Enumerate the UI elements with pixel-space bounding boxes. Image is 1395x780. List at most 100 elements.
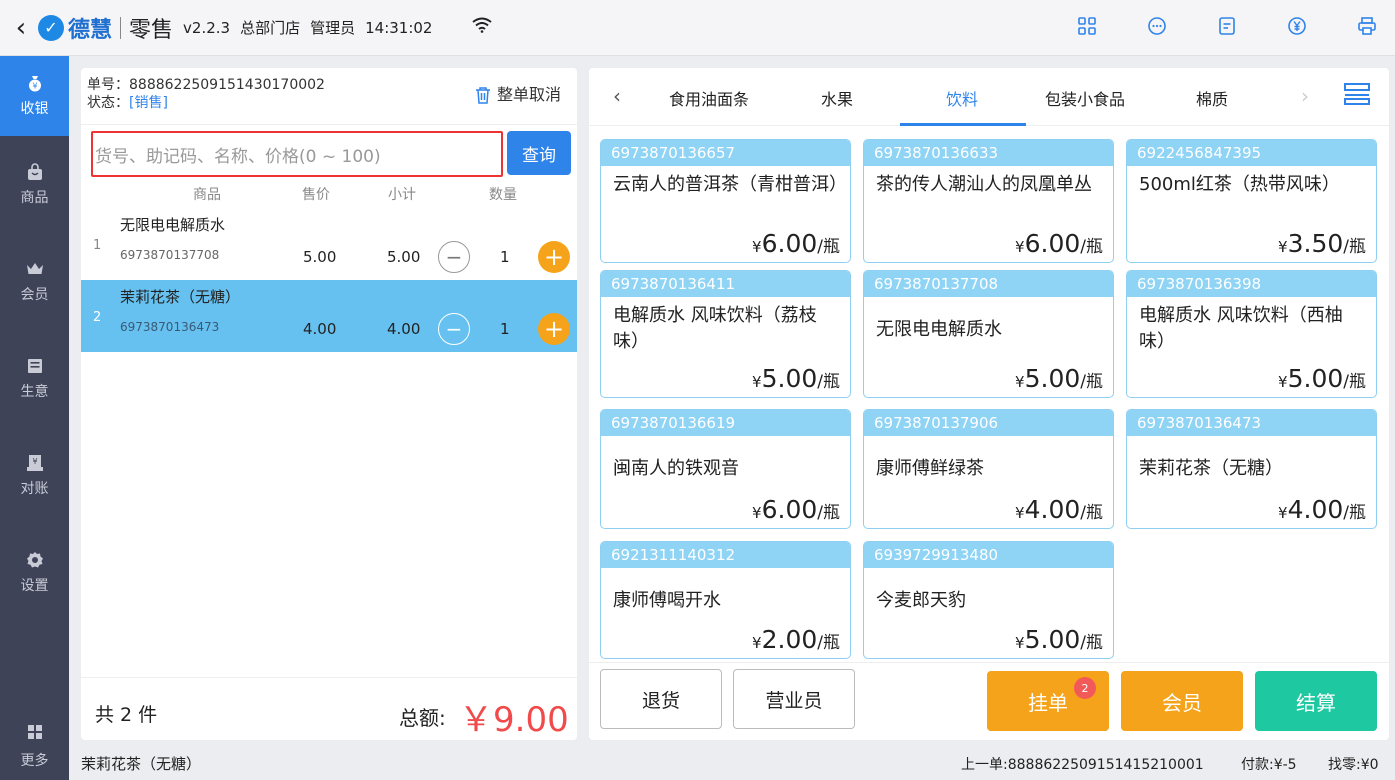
price-unit: /瓶 xyxy=(1080,372,1103,392)
price-unit: /瓶 xyxy=(1080,237,1103,257)
plus-icon[interactable]: + xyxy=(538,241,570,273)
search-row: 货号、助记码、名称、价格(0 ~ 100) 查询 xyxy=(81,125,577,180)
product-name: 康师傅喝开水 xyxy=(613,590,721,611)
product-code: 6921311140312 xyxy=(601,542,850,568)
checkout-button[interactable]: 结算 xyxy=(1255,671,1377,731)
action-bar: 退货 营业员 挂单 2 会员 结算 xyxy=(589,662,1389,740)
search-input[interactable]: 货号、助记码、名称、价格(0 ~ 100) xyxy=(91,131,503,177)
expand-tabs-icon[interactable] xyxy=(1344,82,1370,106)
product-code: 6973870136398 xyxy=(1127,271,1376,297)
nav-label: 更多 xyxy=(20,753,49,769)
price-value: 3.50 xyxy=(1287,229,1344,258)
product-code: 6973870136473 xyxy=(1127,410,1376,436)
price-value: 6.00 xyxy=(761,495,818,524)
order-item-selected[interactable]: 2 茉莉花茶（无糖） 6973870136473 4.00 4.00 − 1 + xyxy=(81,280,577,352)
member-button[interactable]: 会员 xyxy=(1121,671,1243,731)
price-value: 2.00 xyxy=(761,625,818,654)
nav-item-members[interactable]: 会员 xyxy=(0,233,69,330)
price-currency: ¥ xyxy=(752,634,762,652)
product-code: 6973870137708 xyxy=(864,271,1113,297)
return-button[interactable]: 退货 xyxy=(600,669,722,729)
item-subtotal: 5.00 xyxy=(387,248,421,266)
product-card[interactable]: 6973870136398 电解质水 风味饮料（西柚味） ¥5.00/瓶 xyxy=(1126,270,1377,398)
nav-item-settings[interactable]: 设置 xyxy=(0,524,69,621)
product-price: ¥4.00/瓶 xyxy=(1015,495,1103,524)
query-button[interactable]: 查询 xyxy=(507,131,571,175)
product-price: ¥6.00/瓶 xyxy=(752,495,840,524)
price-value: 4.00 xyxy=(1287,495,1344,524)
tab-category[interactable]: 食用油面条 xyxy=(669,86,749,110)
product-name: 茶的传人潮汕人的凤凰单丛 xyxy=(876,174,1092,195)
order-item[interactable]: 1 无限电电解质水 6973870137708 5.00 5.00 − 1 + xyxy=(81,208,577,280)
product-code: 6973870137906 xyxy=(864,410,1113,436)
order-panel: 单号：8888622509151430170002 状态：[销售] 整单取消 货… xyxy=(81,68,577,740)
printer-icon[interactable] xyxy=(1355,14,1379,38)
product-card[interactable]: 6939729913480 今麦郎天豹 ¥5.00/瓶 xyxy=(863,541,1114,659)
wifi-icon xyxy=(472,17,493,38)
plus-icon[interactable]: + xyxy=(538,313,570,345)
item-code: 6973870137708 xyxy=(120,248,220,262)
svg-text:¥: ¥ xyxy=(32,457,37,466)
item-qty: 1 xyxy=(500,320,510,338)
back-button[interactable]: ‹ xyxy=(4,13,38,43)
product-card[interactable]: 6973870137906 康师傅鲜绿茶 ¥4.00/瓶 xyxy=(863,409,1114,529)
tab-next-icon[interactable]: › xyxy=(1301,84,1309,108)
tab-category-active[interactable]: 饮料 xyxy=(946,86,978,110)
hold-order-button[interactable]: 挂单 2 xyxy=(987,671,1109,731)
minus-icon[interactable]: − xyxy=(438,313,470,345)
price-unit: /瓶 xyxy=(1080,633,1103,653)
product-code: 6939729913480 xyxy=(864,542,1113,568)
product-card[interactable]: 6973870136619 闽南人的铁观音 ¥6.00/瓶 xyxy=(600,409,851,529)
grid-icon[interactable] xyxy=(1075,14,1099,38)
order-columns: 商品 售价 小计 数量 xyxy=(81,180,577,208)
tab-category[interactable]: 水果 xyxy=(821,86,853,110)
price-unit: /瓶 xyxy=(817,633,840,653)
document-icon[interactable] xyxy=(1215,14,1239,38)
price-unit: /瓶 xyxy=(1080,503,1103,523)
paid-text: 付款:¥-5 xyxy=(1241,757,1297,773)
product-name: 电解质水 风味饮料（荔枝味） xyxy=(613,305,817,352)
ledger-icon: ¥ xyxy=(26,454,43,471)
price-currency: ¥ xyxy=(1278,504,1288,522)
product-code: 6973870136633 xyxy=(864,140,1113,166)
item-name: 茉莉花茶（无糖） xyxy=(120,288,241,306)
tab-prev-icon[interactable]: ‹ xyxy=(613,84,621,108)
product-card[interactable]: 6973870136657 云南人的普洱茶（青柑普洱） ¥6.00/瓶 xyxy=(600,139,851,263)
product-card[interactable]: 6973870137708 无限电电解质水 ¥5.00/瓶 xyxy=(863,270,1114,398)
product-card[interactable]: 6973870136473 茉莉花茶（无糖） ¥4.00/瓶 xyxy=(1126,409,1377,529)
tab-category[interactable]: 棉质 xyxy=(1196,86,1228,110)
status-label: 状态： xyxy=(87,95,129,111)
product-name: 茉莉花茶（无糖） xyxy=(1139,458,1283,479)
yen-icon[interactable] xyxy=(1285,14,1309,38)
product-card[interactable]: 6922456847395 500ml红茶（热带风味） ¥3.50/瓶 xyxy=(1126,139,1377,263)
tab-category[interactable]: 包装小食品 xyxy=(1045,86,1125,110)
nav-item-business[interactable]: 生意 xyxy=(0,330,69,427)
item-index: 1 xyxy=(93,238,102,253)
product-card[interactable]: 6973870136411 电解质水 风味饮料（荔枝味） ¥5.00/瓶 xyxy=(600,270,851,398)
current-item-text: 茉莉花茶（无糖） xyxy=(81,755,202,773)
product-card[interactable]: 6921311140312 康师傅喝开水 ¥2.00/瓶 xyxy=(600,541,851,659)
nav-label: 生意 xyxy=(20,383,49,400)
order-header: 单号：8888622509151430170002 状态：[销售] 整单取消 xyxy=(81,68,577,125)
clerk-button[interactable]: 营业员 xyxy=(733,669,855,729)
crown-icon xyxy=(26,262,43,274)
nav-item-products[interactable]: 商品 xyxy=(0,136,69,233)
version-label: v2.2.3 xyxy=(183,18,231,37)
item-code: 6973870136473 xyxy=(120,320,220,334)
brand-name: 德慧 xyxy=(68,17,113,43)
cancel-order-label: 整单取消 xyxy=(496,85,561,104)
bag-icon xyxy=(27,162,42,180)
chat-icon[interactable] xyxy=(1145,14,1169,38)
search-placeholder: 货号、助记码、名称、价格(0 ~ 100) xyxy=(95,146,381,167)
order-no: 8888622509151430170002 xyxy=(129,77,325,93)
nav-item-cashier[interactable]: ¥ 收银 xyxy=(0,56,69,136)
price-unit: /瓶 xyxy=(817,503,840,523)
cancel-order-button[interactable]: 整单取消 xyxy=(475,86,561,104)
nav-item-reconcile[interactable]: ¥ 对账 xyxy=(0,427,69,524)
product-card[interactable]: 6973870136633 茶的传人潮汕人的凤凰单丛 ¥6.00/瓶 xyxy=(863,139,1114,263)
nav-item-more[interactable]: 更多 xyxy=(0,724,69,770)
price-currency: ¥ xyxy=(1015,504,1025,522)
product-name: 电解质水 风味饮料（西柚味） xyxy=(1139,305,1343,352)
status-value: [销售] xyxy=(129,95,168,111)
minus-icon[interactable]: − xyxy=(438,241,470,273)
